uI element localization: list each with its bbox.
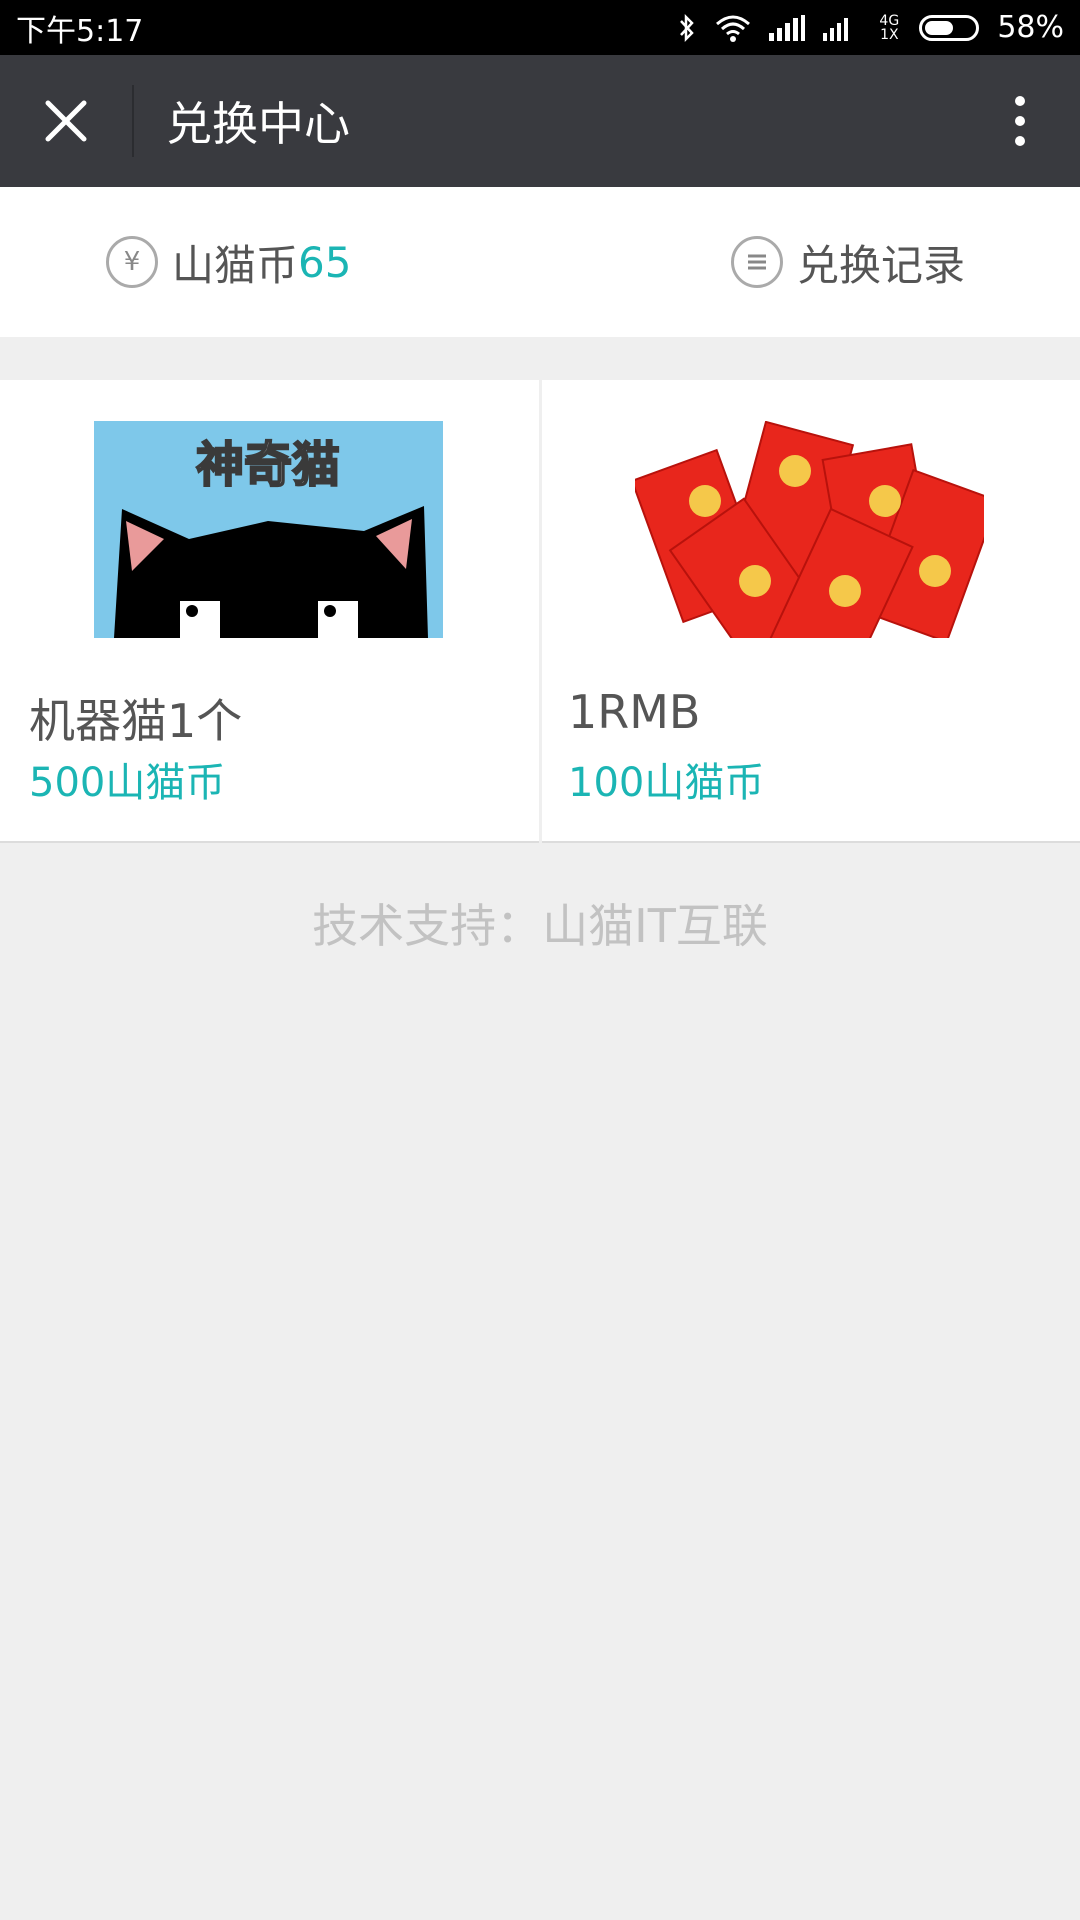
product-price: 500山猫币 [29,760,226,806]
close-button[interactable] [0,55,132,187]
more-dot-icon [1015,116,1025,126]
product-name: 1RMB [568,685,701,739]
product-image-magic-cat: 神奇猫 [94,421,443,638]
bluetooth-icon [680,13,695,42]
list-icon [731,236,783,288]
status-bar: 下午5:17 4G 1X 58% [0,0,1080,55]
product-card[interactable]: 1RMB 100山猫币 [542,380,1080,843]
battery-percent: 58% [997,10,1064,45]
product-name: 机器猫1个 [29,694,243,748]
title-bar: 兑换中心 [0,55,1080,187]
title-divider [132,85,134,157]
signal-4g-icon [823,17,849,41]
wallet-bar: ¥ 山猫币 65 兑换记录 [0,187,1080,337]
tech-support-footer: 技术支持：山猫IT互联 [312,899,768,953]
coin-balance: ¥ 山猫币 65 [106,187,351,337]
exchange-history-label: 兑换记录 [797,240,966,290]
page-title: 兑换中心 [166,97,350,151]
wifi-icon [716,15,751,42]
close-icon [45,100,87,142]
coin-balance-value: 65 [298,237,352,287]
more-options-button[interactable] [960,55,1080,187]
network-type-label: 4G 1X [879,12,900,43]
svg-text:神奇猫: 神奇猫 [196,437,340,493]
product-card[interactable]: 神奇猫 机器猫1个 500山猫币 [0,380,539,843]
status-time: 下午5:17 [16,13,144,49]
yen-icon: ¥ [106,236,158,288]
exchange-history-link[interactable]: 兑换记录 [731,187,965,337]
product-grid: 神奇猫 机器猫1个 500山猫币 1RMB 100山猫币 [0,380,1080,843]
more-dot-icon [1015,136,1025,146]
battery-icon [919,14,980,41]
signal-icon [769,14,806,41]
coin-label: 山猫币 [172,240,299,290]
status-icons: 4G 1X 58% [677,10,1064,45]
product-price: 100山猫币 [568,760,765,806]
product-image-red-envelopes [635,421,984,638]
more-dot-icon [1015,96,1025,106]
